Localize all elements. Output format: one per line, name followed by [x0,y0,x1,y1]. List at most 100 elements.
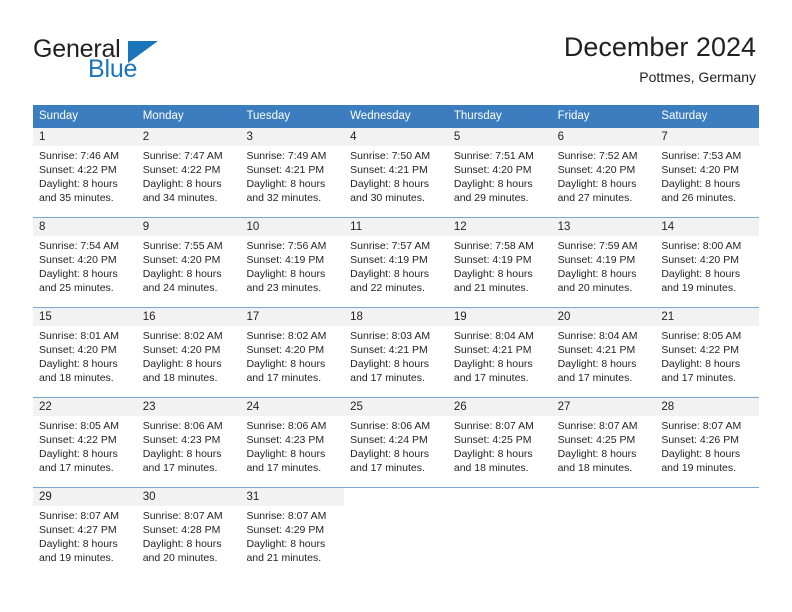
day-sun-info: Sunrise: 8:06 AM Sunset: 4:23 PM Daylight:… [137,416,241,475]
calendar-week-row: 15 Sunrise: 8:01 AM Sunset: 4:20 PM Dayligh… [33,307,760,397]
sunset-text: Sunset: 4:20 PM [142,344,221,356]
daylight-text-line1: Daylight: 8 hours [557,358,637,370]
daylight-text-line2: and 35 minutes. [39,192,114,204]
sunset-text: Sunset: 4:22 PM [142,164,221,176]
day-number [447,488,552,506]
day-number: 1 [33,128,137,146]
calendar-day-cell[interactable]: 29 Sunrise: 8:07 AM Sunset: 4:27 PM Dayligh… [33,488,137,577]
sunset-text: Sunset: 4:21 PM [350,164,428,176]
day-sun-info [552,506,656,509]
calendar-day-cell[interactable]: 4 Sunrise: 7:50 AM Sunset: 4:21 PM Daylight… [344,128,448,217]
weekday-header-sunday: Sunday [39,110,79,122]
daylight-text-line2: and 27 minutes. [557,192,633,204]
calendar-day-cell[interactable]: 26 Sunrise: 8:07 AM Sunset: 4:25 PM Dayligh… [447,398,552,487]
calendar-day-cell[interactable]: 6 Sunrise: 7:52 AM Sunset: 4:20 PM Daylight… [551,128,656,217]
daylight-text-line1: Daylight: 8 hours [557,178,637,190]
calendar-day-cell[interactable]: 1 Sunrise: 7:46 AM Sunset: 4:22 PM Daylight… [33,128,137,217]
calendar-day-cell[interactable]: 15 Sunrise: 8:01 AM Sunset: 4:20 PM Dayligh… [33,308,137,397]
calendar-day-cell[interactable]: 13 Sunrise: 7:59 AM Sunset: 4:19 PM Dayligh… [551,218,656,307]
sunset-text: Sunset: 4:26 PM [661,434,739,446]
day-number: 9 [136,218,241,236]
calendar-day-cell[interactable]: 21 Sunrise: 8:05 AM Sunset: 4:22 PM Dayligh… [655,308,760,397]
calendar-day-cell[interactable]: 2 Sunrise: 7:47 AM Sunset: 4:22 PM Daylight… [136,128,241,217]
sunrise-text: Sunrise: 8:05 AM [39,420,119,432]
calendar-day-cell[interactable]: 3 Sunrise: 7:49 AM Sunset: 4:21 PM Daylight… [240,128,345,217]
day-sun-info: Sunrise: 8:06 AM Sunset: 4:24 PM Daylight:… [344,416,448,475]
daylight-text-line1: Daylight: 8 hours [557,448,637,460]
calendar-day-cell[interactable]: 8 Sunrise: 7:54 AM Sunset: 4:20 PM Daylight… [33,218,137,307]
day-number [551,488,656,506]
daylight-text-line2: and 19 minutes. [661,462,737,474]
calendar-day-cell[interactable]: 31 Sunrise: 8:07 AM Sunset: 4:29 PM Dayligh… [240,488,345,577]
daylight-text-line2: and 26 minutes. [661,192,737,204]
calendar-day-cell[interactable]: 25 Sunrise: 8:06 AM Sunset: 4:24 PM Dayligh… [344,398,448,487]
calendar-day-cell[interactable]: 18 Sunrise: 8:03 AM Sunset: 4:21 PM Dayligh… [344,308,448,397]
day-sun-info: Sunrise: 7:46 AM Sunset: 4:22 PM Daylight:… [33,146,137,205]
day-sun-info: Sunrise: 8:05 AM Sunset: 4:22 PM Daylight:… [655,326,759,385]
day-sun-info: Sunrise: 8:04 AM Sunset: 4:21 PM Daylight:… [552,326,656,385]
day-number: 6 [551,128,656,146]
calendar-day-cell[interactable]: 10 Sunrise: 7:56 AM Sunset: 4:19 PM Dayligh… [240,218,345,307]
calendar-day-cell[interactable]: 9 Sunrise: 7:55 AM Sunset: 4:20 PM Daylight… [136,218,241,307]
calendar-day-cell[interactable]: 23 Sunrise: 8:06 AM Sunset: 4:23 PM Dayligh… [136,398,241,487]
daylight-text-line2: and 25 minutes. [39,282,114,294]
day-number: 3 [240,128,345,146]
calendar-day-cell[interactable]: 11 Sunrise: 7:57 AM Sunset: 4:19 PM Dayligh… [344,218,448,307]
day-number: 27 [551,398,656,416]
sunrise-text: Sunrise: 8:02 AM [142,330,223,342]
sunrise-text: Sunrise: 7:53 AM [661,150,742,162]
day-number: 23 [136,398,241,416]
calendar-day-cell[interactable]: 20 Sunrise: 8:04 AM Sunset: 4:21 PM Dayligh… [551,308,656,397]
calendar-day-cell[interactable]: 16 Sunrise: 8:02 AM Sunset: 4:20 PM Dayligh… [136,308,241,397]
sunset-text: Sunset: 4:19 PM [246,254,325,266]
day-sun-info: Sunrise: 8:01 AM Sunset: 4:20 PM Daylight:… [33,326,137,385]
daylight-text-line2: and 32 minutes. [246,192,322,204]
daylight-text-line2: and 24 minutes. [142,282,218,294]
general-blue-logo[interactable]: General Blue [33,36,233,86]
calendar-day-cell[interactable]: 27 Sunrise: 8:07 AM Sunset: 4:25 PM Dayligh… [551,398,656,487]
sunset-text: Sunset: 4:29 PM [246,524,325,536]
calendar-day-cell[interactable]: 14 Sunrise: 8:00 AM Sunset: 4:20 PM Dayligh… [655,218,760,307]
sunset-text: Sunset: 4:19 PM [557,254,636,266]
weekday-header-saturday: Saturday [661,110,708,122]
calendar-day-cell[interactable]: 5 Sunrise: 7:51 AM Sunset: 4:20 PM Daylight… [447,128,552,217]
daylight-text-line2: and 18 minutes. [557,462,633,474]
sunrise-text: Sunrise: 8:06 AM [246,420,327,432]
sunset-text: Sunset: 4:20 PM [453,164,532,176]
sunrise-text: Sunrise: 7:59 AM [557,240,638,252]
sunset-text: Sunset: 4:20 PM [39,254,117,266]
calendar-day-cell[interactable]: 28 Sunrise: 8:07 AM Sunset: 4:26 PM Dayligh… [655,398,760,487]
day-sun-info: Sunrise: 7:59 AM Sunset: 4:19 PM Daylight:… [552,236,656,295]
calendar-day-cell[interactable]: 30 Sunrise: 8:07 AM Sunset: 4:28 PM Dayligh… [136,488,241,577]
sunset-text: Sunset: 4:20 PM [246,344,325,356]
calendar-day-cell[interactable]: 17 Sunrise: 8:02 AM Sunset: 4:20 PM Dayligh… [240,308,345,397]
sunset-text: Sunset: 4:25 PM [453,434,532,446]
calendar-day-cell[interactable]: 7 Sunrise: 7:53 AM Sunset: 4:20 PM Daylight… [655,128,760,217]
day-sun-info [448,506,552,509]
sunrise-text: Sunrise: 8:07 AM [246,510,327,522]
day-number: 20 [551,308,656,326]
calendar-week-row: 22 Sunrise: 8:05 AM Sunset: 4:22 PM Dayligh… [33,397,760,487]
daylight-text-line1: Daylight: 8 hours [246,358,326,370]
day-sun-info: Sunrise: 7:57 AM Sunset: 4:19 PM Daylight:… [344,236,448,295]
title-block: December 2024 Pottmes, Germany [564,31,756,87]
sunrise-text: Sunrise: 7:58 AM [453,240,534,252]
calendar-day-cell[interactable]: 19 Sunrise: 8:04 AM Sunset: 4:21 PM Dayligh… [447,308,552,397]
calendar-weeks: 1 Sunrise: 7:46 AM Sunset: 4:22 PM Daylight… [33,128,760,577]
sunrise-text: Sunrise: 8:00 AM [661,240,742,252]
sunset-text: Sunset: 4:27 PM [39,524,117,536]
day-number: 7 [655,128,760,146]
daylight-text-line2: and 17 minutes. [350,462,425,474]
calendar-day-cell[interactable]: 22 Sunrise: 8:05 AM Sunset: 4:22 PM Dayligh… [33,398,137,487]
calendar-day-cell[interactable]: 12 Sunrise: 7:58 AM Sunset: 4:19 PM Dayligh… [447,218,552,307]
sunset-text: Sunset: 4:22 PM [39,164,117,176]
day-sun-info [655,506,759,509]
day-number: 19 [447,308,552,326]
logo-text-blue: Blue [88,55,138,83]
daylight-text-line1: Daylight: 8 hours [453,268,533,280]
calendar-day-cell[interactable]: 24 Sunrise: 8:06 AM Sunset: 4:23 PM Dayligh… [240,398,345,487]
day-sun-info [344,506,448,509]
daylight-text-line2: and 17 minutes. [350,372,425,384]
day-sun-info: Sunrise: 8:03 AM Sunset: 4:21 PM Daylight:… [344,326,448,385]
day-sun-info: Sunrise: 8:07 AM Sunset: 4:28 PM Daylight:… [137,506,241,565]
